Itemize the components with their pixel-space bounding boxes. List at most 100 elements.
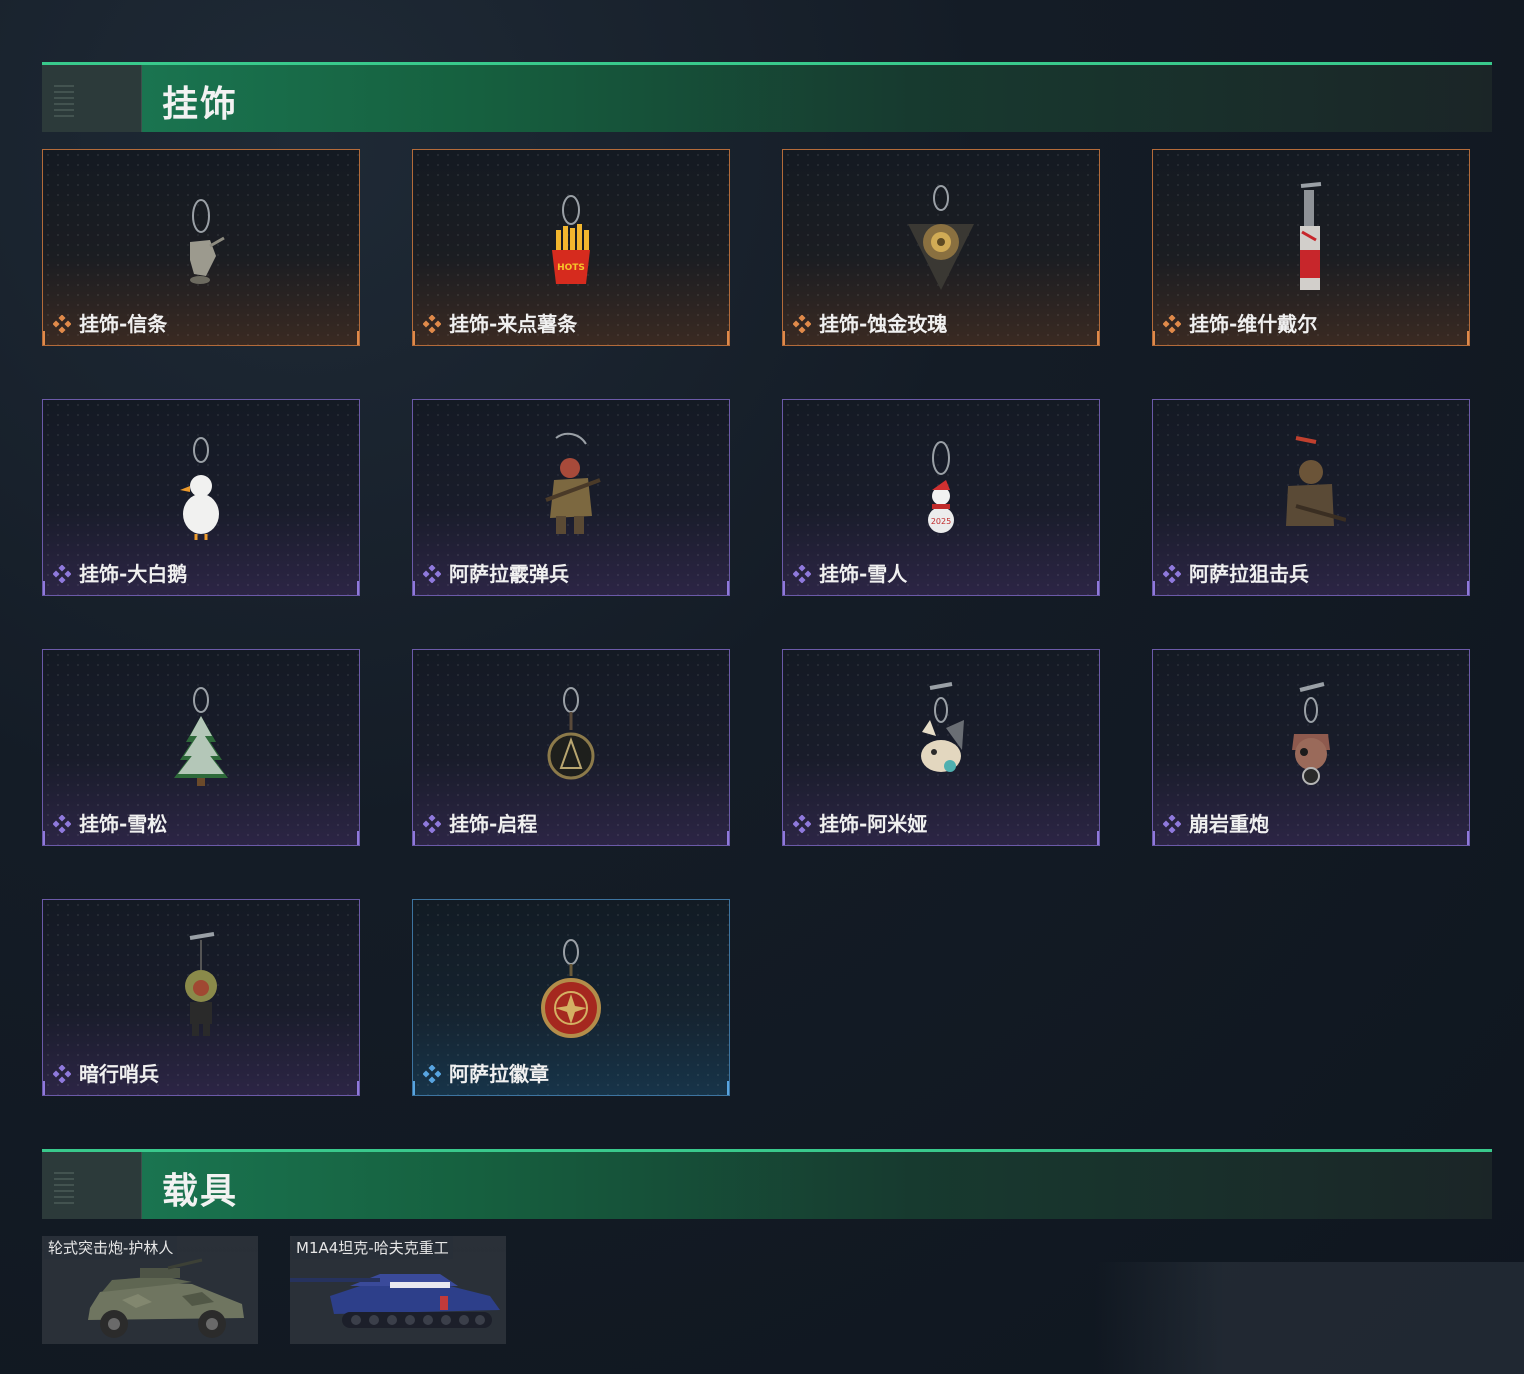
rarity-purple-icon — [52, 1063, 72, 1084]
vehicles-section-header: 载具 — [42, 1149, 1492, 1219]
charm-name: 挂饰-大白鹅 — [79, 562, 188, 586]
charm-card[interactable]: 崩岩重炮 — [1152, 649, 1470, 846]
badge-charm-icon — [536, 930, 606, 1050]
charms-section-title: 挂饰 — [162, 84, 239, 125]
vehicle-name: 轮式突击炮-护林人 — [44, 1236, 178, 1259]
charm-name: 崩岩重炮 — [1189, 812, 1269, 836]
rarity-purple-icon — [52, 813, 72, 834]
section-header-decor — [42, 65, 142, 132]
card-corner-accent — [357, 831, 359, 845]
card-corner-accent — [1097, 581, 1099, 595]
svg-text:HOTS: HOTS — [557, 263, 585, 273]
charms-section-header: 挂饰 — [42, 62, 1492, 132]
rose-charm-icon — [906, 180, 976, 300]
card-corner-accent — [727, 331, 729, 345]
charm-label: 阿萨拉霰弹兵 — [422, 558, 569, 587]
card-corner-accent — [413, 1081, 415, 1095]
card-corner-accent — [1153, 331, 1155, 345]
charm-card[interactable]: 挂饰-阿米娅 — [782, 649, 1100, 846]
sniper-charm-icon — [1276, 430, 1347, 550]
bunny-charm-icon — [906, 680, 976, 800]
vehicle-name: M1A4坦克-哈夫克重工 — [292, 1236, 453, 1259]
charm-card[interactable]: HOTS 挂饰-来点薯条 — [412, 149, 730, 346]
card-corner-accent — [1467, 831, 1469, 845]
card-corner-accent — [43, 331, 45, 345]
charm-label: 阿萨拉徽章 — [422, 1058, 549, 1087]
card-corner-accent — [357, 581, 359, 595]
charm-label: 挂饰-维什戴尔 — [1162, 308, 1318, 337]
charm-label: 阿萨拉狙击兵 — [1162, 558, 1309, 587]
charm-name: 暗行哨兵 — [79, 1062, 159, 1086]
charm-name: 挂饰-维什戴尔 — [1189, 312, 1318, 336]
pine-tree-charm-icon — [166, 680, 236, 800]
card-corner-accent — [1097, 831, 1099, 845]
rarity-orange-icon — [1162, 313, 1182, 334]
card-corner-accent — [1097, 331, 1099, 345]
rarity-purple-icon — [52, 563, 72, 584]
charm-card[interactable]: 挂饰-信条 — [42, 149, 360, 346]
charm-label: 挂饰-蚀金玫瑰 — [792, 308, 947, 337]
rarity-purple-icon — [792, 563, 812, 584]
rarity-purple-icon — [1162, 563, 1182, 584]
charm-card[interactable]: 阿萨拉霰弹兵 — [412, 399, 730, 596]
sentry-charm-icon — [166, 930, 236, 1050]
rarity-purple-icon — [422, 813, 442, 834]
charm-label: 挂饰-大白鹅 — [52, 558, 188, 587]
charm-label: 挂饰-阿米娅 — [792, 808, 928, 837]
charm-label: 暗行哨兵 — [52, 1058, 159, 1087]
charm-name: 挂饰-雪松 — [79, 812, 168, 836]
charm-card[interactable]: 阿萨拉狙击兵 — [1152, 399, 1470, 596]
rarity-orange-icon — [52, 313, 72, 334]
tank-icon — [290, 1252, 506, 1344]
charm-card[interactable]: 挂饰-大白鹅 — [42, 399, 360, 596]
charm-label: 挂饰-启程 — [422, 808, 538, 837]
snowman-charm-icon: 2025 — [906, 430, 976, 550]
card-corner-accent — [783, 331, 785, 345]
kettle-charm-icon — [166, 180, 236, 300]
armored-car-icon — [42, 1252, 258, 1344]
tag-charm-icon — [1276, 180, 1346, 300]
fries-charm-icon: HOTS — [536, 180, 606, 300]
charm-name: 挂饰-雪人 — [819, 562, 908, 586]
charm-card[interactable]: 挂饰-蚀金玫瑰 — [782, 149, 1100, 346]
rarity-purple-icon — [1162, 813, 1182, 834]
charm-card[interactable]: 挂饰-雪松 — [42, 649, 360, 846]
card-corner-accent — [1467, 581, 1469, 595]
charm-label: 挂饰-来点薯条 — [422, 308, 578, 337]
vehicle-card-tank[interactable]: M1A4坦克-哈夫克重工 — [290, 1236, 506, 1344]
card-corner-accent — [727, 581, 729, 595]
charm-name: 挂饰-来点薯条 — [449, 312, 578, 336]
card-corner-accent — [1153, 831, 1155, 845]
charm-card[interactable]: 阿萨拉徽章 — [412, 899, 730, 1096]
rarity-orange-icon — [422, 313, 442, 334]
gunner-charm-icon — [1276, 680, 1346, 800]
card-corner-accent — [413, 831, 415, 845]
charm-name: 阿萨拉霰弹兵 — [449, 562, 569, 586]
medal-charm-icon — [536, 680, 606, 800]
vehicle-card-armored-car[interactable]: 轮式突击炮-护林人 — [42, 1236, 258, 1344]
charm-card[interactable]: 挂饰-启程 — [412, 649, 730, 846]
charm-name: 挂饰-阿米娅 — [819, 812, 928, 836]
card-corner-accent — [1153, 581, 1155, 595]
shotgunner-charm-icon — [536, 430, 606, 550]
card-corner-accent — [727, 1081, 729, 1095]
charm-label: 挂饰-雪人 — [792, 558, 908, 587]
card-corner-accent — [43, 1081, 45, 1095]
card-corner-accent — [413, 331, 415, 345]
charm-name: 阿萨拉徽章 — [449, 1062, 549, 1086]
charm-card[interactable]: 暗行哨兵 — [42, 899, 360, 1096]
charm-card[interactable]: 2025 挂饰-雪人 — [782, 399, 1100, 596]
card-corner-accent — [413, 581, 415, 595]
card-corner-accent — [1467, 331, 1469, 345]
card-corner-accent — [783, 831, 785, 845]
rarity-blue-icon — [422, 1063, 442, 1084]
charm-label: 崩岩重炮 — [1162, 808, 1269, 837]
card-corner-accent — [357, 1081, 359, 1095]
rarity-purple-icon — [422, 563, 442, 584]
vehicles-section-title: 载具 — [162, 1171, 239, 1212]
charm-name: 挂饰-启程 — [449, 812, 538, 836]
goose-charm-icon — [166, 430, 236, 550]
charm-card[interactable]: 挂饰-维什戴尔 — [1152, 149, 1470, 346]
card-corner-accent — [783, 581, 785, 595]
card-corner-accent — [43, 831, 45, 845]
